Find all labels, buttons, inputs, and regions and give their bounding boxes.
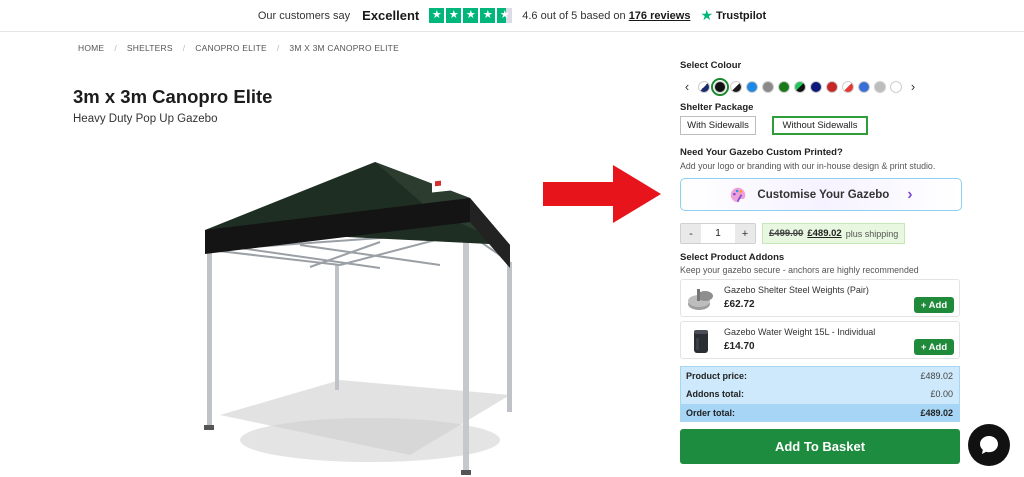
- colour-swatch[interactable]: [794, 81, 806, 93]
- breadcrumb-home[interactable]: HOME: [78, 43, 104, 53]
- star-half-icon: ★: [497, 8, 513, 23]
- summary-product-row: Product price: £489.02: [686, 369, 953, 383]
- colour-swatch[interactable]: [746, 81, 758, 93]
- add-to-basket-button[interactable]: Add To Basket: [680, 429, 960, 464]
- summary-label: Addons total:: [686, 389, 744, 399]
- colour-swatch[interactable]: [874, 81, 886, 93]
- breadcrumb-current: 3M X 3M CANOPRO ELITE: [289, 43, 399, 53]
- trustpilot-star-icon: ★: [700, 7, 714, 23]
- print-heading: Need Your Gazebo Custom Printed?: [680, 147, 843, 158]
- current-price: £489.02: [807, 228, 842, 239]
- water-weight-thumbnail: [694, 330, 708, 353]
- colour-swatch[interactable]: [730, 81, 742, 93]
- addons-heading: Select Product Addons: [680, 252, 785, 263]
- colour-swatches: ‹ ›: [680, 78, 962, 96]
- summary-value: £0.00: [930, 389, 953, 399]
- summary-value: £489.02: [920, 408, 953, 418]
- addon-name: Gazebo Water Weight 15L - Individual: [724, 327, 876, 337]
- colour-swatch[interactable]: [842, 81, 854, 93]
- steel-weights-thumbnail: [688, 289, 713, 310]
- quantity-plus-button[interactable]: +: [735, 224, 755, 243]
- chat-bubble-icon: [980, 436, 998, 454]
- trustpilot-rating-word: Excellent: [362, 8, 420, 23]
- package-with-sidewalls[interactable]: With Sidewalls: [680, 116, 756, 135]
- breadcrumb-separator: /: [276, 43, 280, 53]
- chevron-left-icon[interactable]: ‹: [680, 79, 694, 95]
- summary-value: £489.02: [920, 371, 953, 381]
- trustpilot-logo[interactable]: ★ Trustpilot: [700, 7, 766, 24]
- trustpilot-score: 4.6 out of 5 based on 176 reviews: [522, 10, 690, 22]
- product-subtitle: Heavy Duty Pop Up Gazebo: [73, 113, 218, 125]
- colour-swatch[interactable]: [698, 81, 710, 93]
- breadcrumb-canopro-elite[interactable]: CANOPRO ELITE: [195, 43, 267, 53]
- colour-swatch[interactable]: [810, 81, 822, 93]
- print-subtext: Add your logo or branding with our in-ho…: [680, 161, 936, 171]
- breadcrumb-separator: /: [114, 43, 117, 53]
- package-without-sidewalls[interactable]: Without Sidewalls: [772, 116, 868, 135]
- star-icon: ★: [446, 8, 462, 23]
- star-icon: ★: [429, 8, 445, 23]
- addon-item: Gazebo Water Weight 15L - Individual £14…: [680, 321, 960, 359]
- addon-item: Gazebo Shelter Steel Weights (Pair) £62.…: [680, 279, 960, 317]
- quantity-stepper: - 1 +: [680, 223, 756, 244]
- breadcrumb-shelters[interactable]: SHELTERS: [127, 43, 173, 53]
- breadcrumb: HOME / SHELTERS / CANOPRO ELITE / 3M X 3…: [78, 43, 399, 53]
- palette-icon: [731, 187, 746, 202]
- addon-price: £62.72: [724, 299, 755, 310]
- customise-label: Customise Your Gazebo: [757, 188, 890, 201]
- price-box: £499.00 £489.02 plus shipping: [762, 223, 906, 244]
- chevron-right-icon: ›: [907, 185, 913, 203]
- summary-label: Order total:: [686, 408, 736, 418]
- chat-button[interactable]: [968, 424, 1010, 466]
- quantity-input[interactable]: 1: [701, 224, 735, 243]
- old-price: £499.00: [769, 228, 804, 239]
- star-icon: ★: [463, 8, 479, 23]
- product-image: [204, 162, 512, 475]
- quantity-minus-button[interactable]: -: [681, 224, 701, 243]
- trustpilot-intro: Our customers say: [257, 9, 351, 22]
- trustpilot-stars: ★ ★ ★ ★ ★: [429, 8, 513, 23]
- red-arrow-icon: [543, 165, 661, 223]
- colour-swatch[interactable]: [858, 81, 870, 93]
- shipping-note: plus shipping: [845, 228, 899, 239]
- chevron-right-icon[interactable]: ›: [906, 79, 920, 95]
- add-addon-button[interactable]: + Add: [914, 339, 954, 355]
- colour-label: Select Colour: [680, 60, 742, 71]
- addon-name: Gazebo Shelter Steel Weights (Pair): [724, 285, 869, 295]
- summary-addons-row: Addons total: £0.00: [686, 387, 953, 401]
- trustpilot-score-text: 4.6 out of 5 based on: [522, 9, 626, 22]
- customise-gazebo-button[interactable]: Customise Your Gazebo ›: [680, 178, 962, 211]
- breadcrumb-separator: /: [182, 43, 186, 53]
- product-title: 3m x 3m Canopro Elite: [73, 86, 273, 107]
- order-summary: Product price: £489.02 Addons total: £0.…: [680, 366, 960, 422]
- add-addon-button[interactable]: + Add: [914, 297, 954, 313]
- addons-subtext: Keep your gazebo secure - anchors are hi…: [680, 265, 919, 275]
- summary-total-row: Order total: £489.02: [681, 404, 959, 422]
- trustpilot-reviews-link[interactable]: 176 reviews: [629, 10, 691, 22]
- star-icon: ★: [480, 8, 496, 23]
- colour-swatch[interactable]: [890, 81, 902, 93]
- addon-price: £14.70: [724, 341, 755, 352]
- trustpilot-brand: Trustpilot: [716, 9, 767, 22]
- colour-swatch-selected[interactable]: [711, 78, 729, 96]
- colour-swatch[interactable]: [826, 81, 838, 93]
- colour-swatch[interactable]: [762, 81, 774, 93]
- trustpilot-bar: Our customers say Excellent ★ ★ ★ ★ ★ 4.…: [0, 0, 1024, 32]
- summary-label: Product price:: [686, 371, 748, 381]
- colour-swatch[interactable]: [778, 81, 790, 93]
- package-label: Shelter Package: [680, 102, 754, 113]
